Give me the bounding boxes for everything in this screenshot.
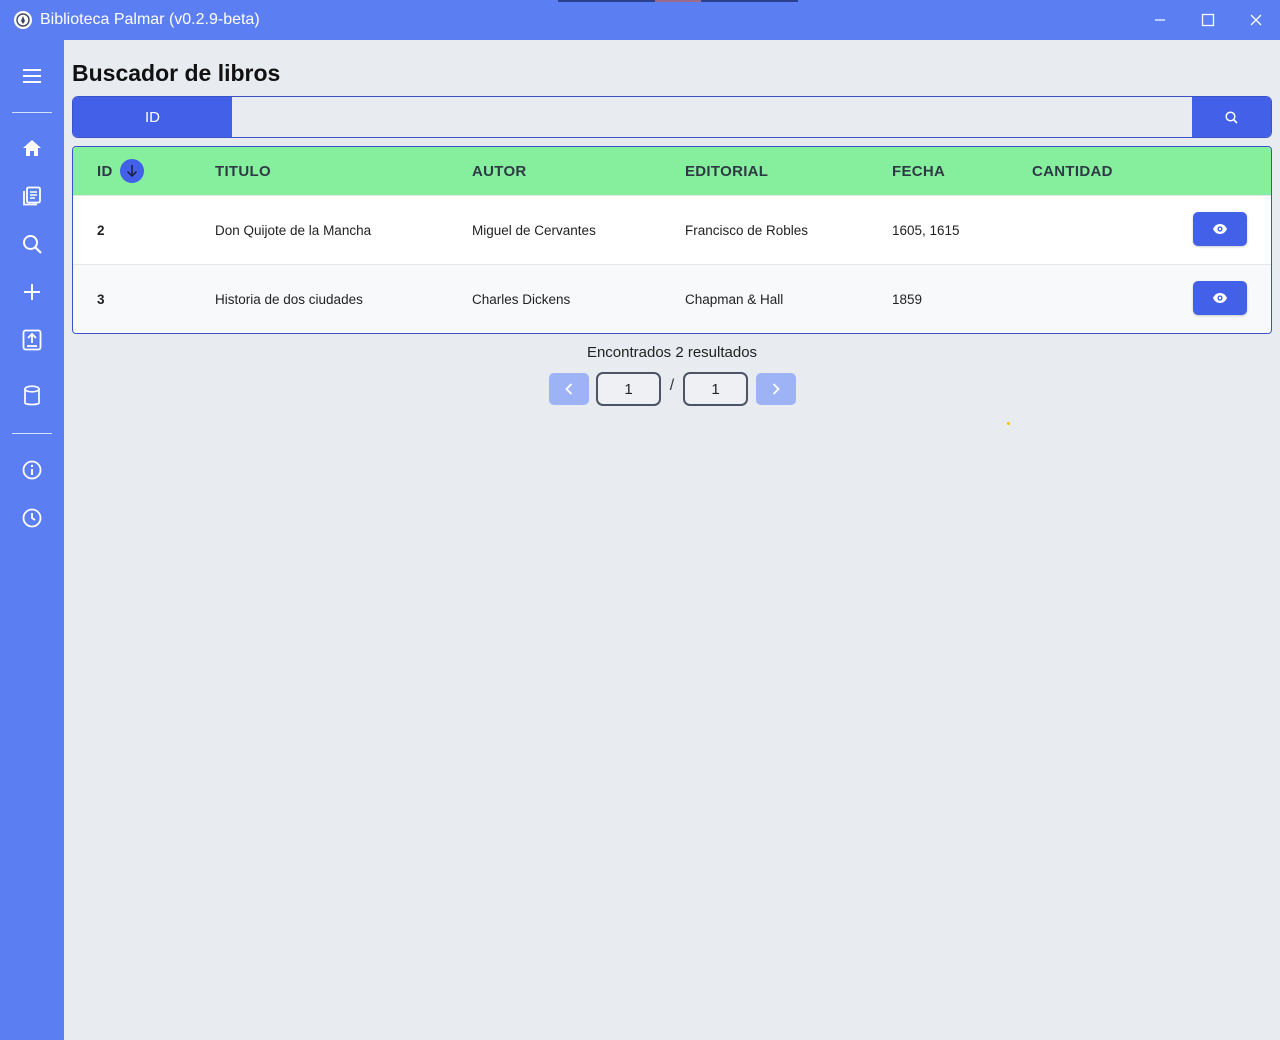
column-header-label: ID [97,162,113,180]
home-icon [23,140,41,156]
total-pages: 1 [683,372,748,406]
cell-id: 2 [97,222,105,238]
eye-icon [1213,293,1227,303]
sidebar-divider [12,112,52,113]
column-header-editorial[interactable]: EDITORIAL [685,163,768,180]
info-icon [22,460,42,480]
close-icon [1250,14,1262,26]
search-input[interactable] [232,97,1192,137]
page-title: Buscador de libros [72,60,281,86]
sidebar-item-books[interactable] [12,176,52,216]
sidebar-item-info[interactable] [12,450,52,490]
cell-editorial: Francisco de Robles [685,222,809,238]
sidebar [0,40,64,1040]
title-bar: Biblioteca Palmar (v0.2.9-beta) [0,0,1280,40]
sidebar-item-add[interactable] [12,272,52,312]
view-button[interactable] [1193,212,1247,246]
clock-icon [22,508,42,528]
sidebar-item-menu[interactable] [12,56,52,96]
pagination: 1 / 1 [549,372,796,406]
results-table: ID TITULO AUTOR EDITORIAL FECHA CANTIDAD… [72,146,1272,334]
cell-fecha: 1605, 1615 [892,222,960,238]
cell-id: 3 [97,291,105,307]
sidebar-item-home[interactable] [12,128,52,168]
table-header: ID TITULO AUTOR EDITORIAL FECHA CANTIDAD [73,147,1271,195]
plus-icon [24,284,40,300]
search-button[interactable] [1192,97,1271,137]
cell-titulo: Don Quijote de la Mancha [215,222,372,238]
close-button[interactable] [1232,0,1280,40]
sidebar-item-upload[interactable] [12,320,52,360]
eye-icon [1213,224,1227,234]
sort-button[interactable] [119,159,144,183]
search-bar: ID [72,96,1272,138]
column-header-id[interactable]: ID [97,159,144,183]
results-count: Encontrados 2 resultados [586,344,758,361]
column-header-fecha[interactable]: FECHA [892,163,945,180]
search-field-select[interactable]: ID [73,97,232,137]
minimize-icon [1155,19,1165,21]
main-content: Buscador de libros ID ID TITULO AUTOR ED… [64,40,1280,1040]
next-page-button[interactable] [756,373,796,405]
database-icon [24,385,40,406]
column-header-cantidad[interactable]: CANTIDAD [1032,163,1113,180]
hamburger-icon [23,69,41,83]
books-icon [23,186,41,206]
maximize-icon [1201,13,1215,27]
maximize-button[interactable] [1184,0,1232,40]
window-title: Biblioteca Palmar (v0.2.9-beta) [40,11,260,28]
sidebar-divider [12,433,52,434]
page-separator: / [669,377,675,394]
sidebar-item-search[interactable] [12,224,52,264]
chevron-right-icon [772,383,780,395]
view-button[interactable] [1193,281,1247,315]
stray-dot [1007,422,1010,425]
cell-autor: Miguel de Cervantes [472,222,596,238]
cell-editorial: Chapman & Hall [685,291,784,307]
app-logo-icon [14,11,32,29]
sidebar-item-history[interactable] [12,498,52,538]
table-row: 2 Don Quijote de la Mancha Miguel de Cer… [73,195,1271,264]
search-icon [1225,110,1238,124]
cell-autor: Charles Dickens [472,291,571,307]
cell-titulo: Historia de dos ciudades [215,291,363,307]
sidebar-item-database[interactable] [12,376,52,416]
minimize-button[interactable] [1136,0,1184,40]
column-header-autor[interactable]: AUTOR [472,163,527,180]
chevron-left-icon [565,383,573,395]
current-page-input[interactable]: 1 [596,372,661,406]
column-header-titulo[interactable]: TITULO [215,163,271,180]
arrow-down-icon [126,165,137,178]
top-accent-segment [655,0,701,2]
upload-icon [22,329,42,351]
search-icon [23,235,42,254]
previous-page-button[interactable] [549,373,589,405]
cell-fecha: 1859 [892,291,923,307]
table-row: 3 Historia de dos ciudades Charles Dicke… [73,264,1271,333]
